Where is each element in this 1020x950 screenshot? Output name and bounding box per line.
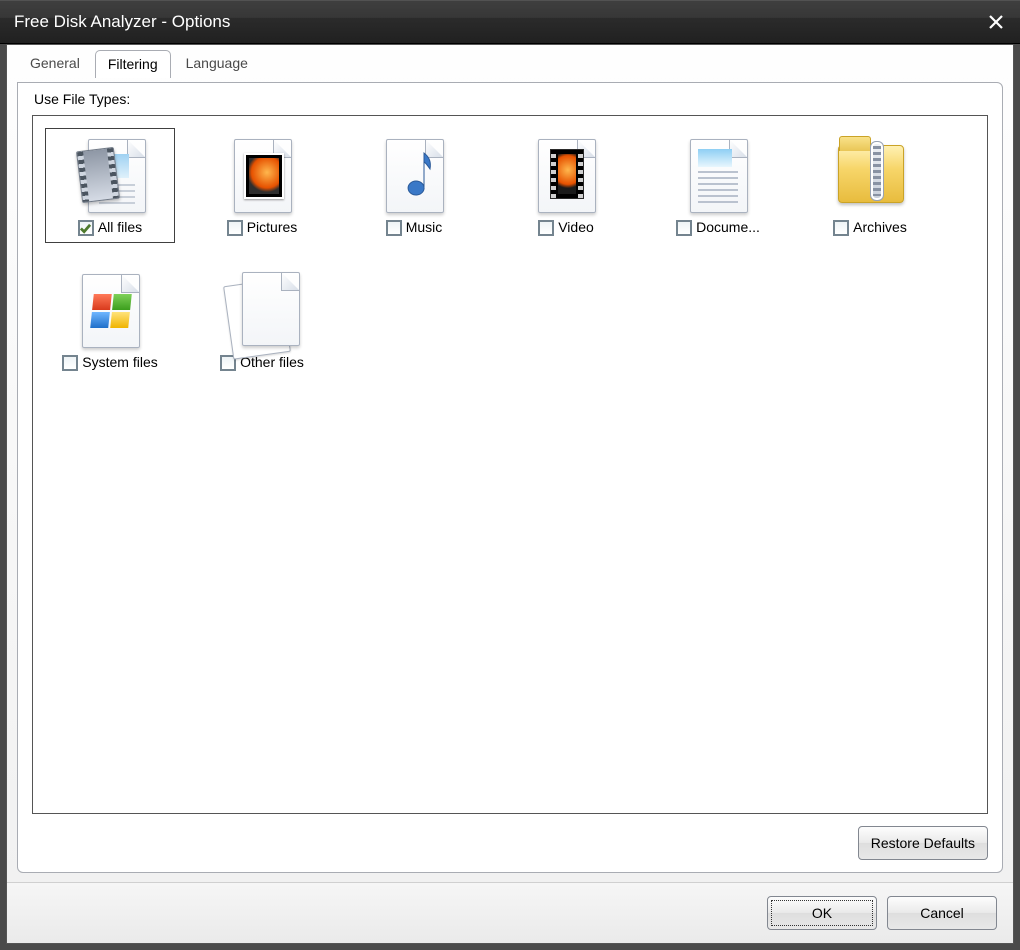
ok-button[interactable]: OK [767, 896, 877, 930]
pictures-icon [222, 135, 302, 215]
checkbox-documents[interactable] [676, 220, 692, 236]
archives-icon [830, 135, 910, 215]
checkbox-pictures[interactable] [227, 220, 243, 236]
checkbox-all-files[interactable] [78, 220, 94, 236]
section-label: Use File Types: [34, 91, 988, 107]
checkbox-music[interactable] [386, 220, 402, 236]
dialog-button-row: OK Cancel [7, 882, 1013, 943]
video-icon [526, 135, 606, 215]
tab-filtering[interactable]: Filtering [95, 50, 171, 78]
item-label: Pictures [247, 219, 298, 235]
item-label: Video [558, 219, 594, 235]
item-video[interactable]: Video [501, 128, 631, 243]
item-documents[interactable]: Docume... [653, 128, 783, 243]
file-types-items: All files Pictures [45, 128, 975, 378]
item-system-files[interactable]: System files [45, 263, 175, 378]
tab-page-filtering: Use File Types: All files [17, 82, 1003, 873]
client-area: General Filtering Language Use File Type… [6, 44, 1014, 944]
window-title: Free Disk Analyzer - Options [14, 12, 986, 32]
system-files-icon [70, 270, 150, 350]
music-icon [374, 135, 454, 215]
tab-language[interactable]: Language [173, 49, 261, 77]
item-other-files[interactable]: Other files [197, 263, 327, 378]
checkbox-video[interactable] [538, 220, 554, 236]
item-all-files[interactable]: All files [45, 128, 175, 243]
file-types-list[interactable]: All files Pictures [32, 115, 988, 814]
other-files-icon [222, 270, 302, 350]
options-dialog: Free Disk Analyzer - Options General Fil… [0, 0, 1020, 950]
item-pictures[interactable]: Pictures [197, 128, 327, 243]
all-files-icon [70, 135, 150, 215]
item-music[interactable]: Music [349, 128, 479, 243]
cancel-button[interactable]: Cancel [887, 896, 997, 930]
checkbox-system-files[interactable] [62, 355, 78, 371]
checkbox-archives[interactable] [833, 220, 849, 236]
item-label: All files [98, 219, 142, 235]
item-label: Music [406, 219, 443, 235]
close-button[interactable] [986, 12, 1006, 32]
item-label: Archives [853, 219, 907, 235]
item-archives[interactable]: Archives [805, 128, 935, 243]
restore-defaults-button[interactable]: Restore Defaults [858, 826, 988, 860]
tab-general[interactable]: General [17, 49, 93, 77]
item-label: Docume... [696, 219, 760, 235]
tab-strip: General Filtering Language [7, 45, 1013, 77]
close-icon [989, 15, 1003, 29]
documents-icon [678, 135, 758, 215]
title-bar[interactable]: Free Disk Analyzer - Options [0, 0, 1020, 44]
item-label: System files [82, 354, 157, 370]
